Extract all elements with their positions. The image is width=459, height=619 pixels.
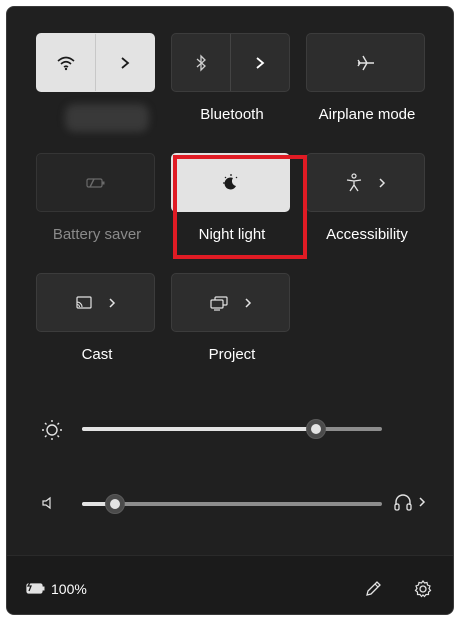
brightness-slider-fill [82,427,316,431]
wifi-network-name-blurred [65,104,149,132]
edit-pencil-icon[interactable] [364,580,382,598]
bluetooth-icon [196,53,206,72]
bluetooth-toggle[interactable] [172,34,230,91]
battery-saver-icon [85,177,104,188]
cast-icon [75,295,92,309]
chevron-right-icon [108,297,115,308]
project-label: Project [208,346,256,363]
chevron-right-icon [121,56,130,69]
battery-percent: 100% [51,581,87,597]
headphones-icon [394,494,412,511]
cast-label: Cast [81,346,113,363]
chevron-right-icon [378,177,385,188]
chevron-right-icon [244,297,251,308]
wifi-toggle[interactable] [37,34,95,91]
accessibility-label: Accessibility [326,226,408,243]
night-light-label: Night light [198,226,266,243]
volume-slider-thumb[interactable] [105,494,125,514]
accessibility-tile[interactable] [306,153,425,212]
wifi-expand-button[interactable] [96,34,154,91]
bluetooth-tile[interactable] [171,33,290,92]
project-tile[interactable] [171,273,290,332]
chevron-right-icon [419,497,426,507]
airplane-icon [356,55,374,70]
battery-charging-icon [26,580,45,594]
wifi-tile[interactable] [36,33,155,92]
battery-saver-label: Battery saver [52,226,142,243]
bluetooth-expand-button[interactable] [231,34,289,91]
battery-saver-tile[interactable] [36,153,155,212]
speaker-icon[interactable] [40,495,56,511]
project-icon [209,295,228,311]
night-light-highlight-box [173,155,307,259]
wifi-icon [57,56,75,70]
brightness-slider-thumb[interactable] [306,419,326,439]
airplane-mode-label: Airplane mode [318,106,416,123]
brightness-icon [42,420,62,440]
quick-settings-footer: 100% [7,555,453,614]
settings-gear-icon[interactable] [413,579,433,599]
airplane-mode-tile[interactable] [306,33,425,92]
bluetooth-label: Bluetooth [200,106,264,123]
accessibility-icon [346,172,361,191]
cast-tile[interactable] [36,273,155,332]
quick-settings-panel: Bluetooth Airplane mode Battery saver Ni… [6,6,454,615]
chevron-right-icon [256,56,265,69]
volume-slider-track[interactable] [82,502,382,506]
audio-output-button[interactable] [393,493,427,511]
